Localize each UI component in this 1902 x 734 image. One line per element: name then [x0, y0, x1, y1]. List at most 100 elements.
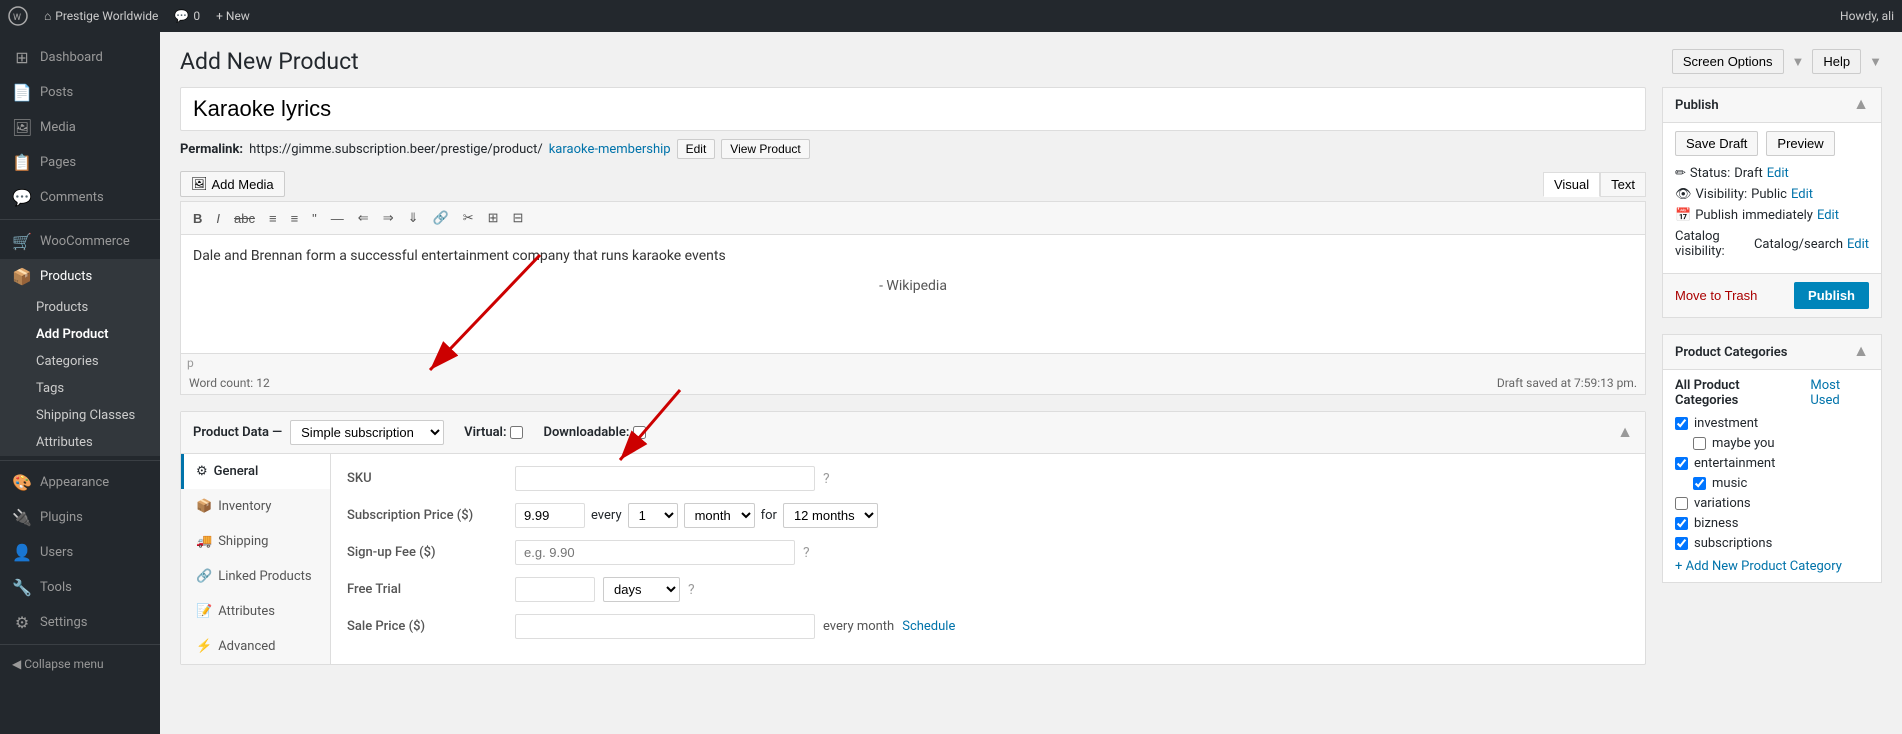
- signup-fee-input[interactable]: [515, 540, 795, 565]
- sidebar-item-comments[interactable]: 💬 Comments: [0, 180, 160, 215]
- visibility-edit-link[interactable]: Edit: [1791, 187, 1813, 202]
- help-button[interactable]: Help: [1812, 49, 1861, 74]
- cat-checkbox-bizness[interactable]: [1675, 517, 1688, 530]
- move-trash-button[interactable]: Move to Trash: [1675, 288, 1757, 303]
- collapse-menu[interactable]: ◀ Collapse menu: [0, 649, 160, 679]
- publish-button[interactable]: Publish: [1794, 282, 1869, 309]
- cat-checkbox-variations[interactable]: [1675, 497, 1688, 510]
- cat-checkbox-entertainment[interactable]: [1675, 457, 1688, 470]
- length-select[interactable]: 12 months 1 month 6 months: [783, 503, 878, 528]
- sidebar-sub-tags[interactable]: Tags: [0, 375, 160, 402]
- free-trial-help-icon[interactable]: ?: [688, 582, 695, 598]
- product-tab-attributes[interactable]: 📝 Attributes: [181, 594, 330, 629]
- comments-bar[interactable]: 💬 0: [174, 9, 200, 23]
- sku-input[interactable]: [515, 466, 815, 491]
- schedule-link[interactable]: Schedule: [902, 619, 955, 634]
- preview-button[interactable]: Preview: [1766, 131, 1834, 156]
- product-tab-linked-products[interactable]: 🔗 Linked Products: [181, 559, 330, 594]
- period-select[interactable]: day week month year: [684, 503, 755, 528]
- tab-all-categories[interactable]: All Product Categories: [1675, 378, 1798, 408]
- downloadable-checkbox[interactable]: [633, 426, 646, 439]
- sidebar-sub-add-product[interactable]: Add Product: [0, 321, 160, 348]
- ordered-list-button[interactable]: ≡: [285, 207, 305, 230]
- permalink-edit-button[interactable]: Edit: [677, 139, 716, 159]
- sidebar: ⊞ Dashboard 📄 Posts 🖼 Media 📋 Pages 💬 Co…: [0, 32, 160, 734]
- sidebar-sub-shipping-classes[interactable]: Shipping Classes: [0, 402, 160, 429]
- cat-checkbox-subscriptions[interactable]: [1675, 537, 1688, 550]
- catalog-edit-link[interactable]: Edit: [1847, 237, 1869, 252]
- publish-collapse-button[interactable]: ▲: [1853, 96, 1869, 114]
- sidebar-label-comments: Comments: [40, 190, 104, 205]
- price-input[interactable]: [515, 503, 585, 528]
- sidebar-item-pages[interactable]: 📋 Pages: [0, 145, 160, 180]
- sale-price-input[interactable]: [515, 614, 815, 639]
- sidebar-item-posts[interactable]: 📄 Posts: [0, 75, 160, 110]
- publish-time-edit-link[interactable]: Edit: [1817, 208, 1839, 223]
- save-draft-button[interactable]: Save Draft: [1675, 131, 1758, 156]
- site-name-bar[interactable]: ⌂ Prestige Worldwide: [44, 9, 158, 23]
- table-button[interactable]: ⊞: [482, 206, 505, 230]
- cat-checkbox-maybe-you[interactable]: [1693, 437, 1706, 450]
- free-trial-input[interactable]: [515, 577, 595, 602]
- sidebar-item-settings[interactable]: ⚙ Settings: [0, 605, 160, 640]
- blockquote-button[interactable]: ": [306, 207, 323, 230]
- sidebar-item-appearance[interactable]: 🎨 Appearance: [0, 465, 160, 500]
- comments-count: 0: [193, 9, 200, 23]
- sidebar-item-users[interactable]: 👤 Users: [0, 535, 160, 570]
- sidebar-item-plugins[interactable]: 🔌 Plugins: [0, 500, 160, 535]
- editor-area[interactable]: Dale and Brennan form a successful enter…: [180, 234, 1646, 354]
- sidebar-sub-all-products[interactable]: Products: [0, 294, 160, 321]
- align-right-button[interactable]: ⇓: [402, 206, 425, 230]
- product-tab-inventory[interactable]: 📦 Inventory: [181, 489, 330, 524]
- sidebar-item-tools[interactable]: 🔧 Tools: [0, 570, 160, 605]
- cat-checkbox-music[interactable]: [1693, 477, 1706, 490]
- permalink-bar: Permalink: https://gimme.subscription.be…: [180, 139, 1646, 159]
- new-content-bar[interactable]: + New: [216, 9, 250, 23]
- tab-most-used[interactable]: Most Used: [1810, 378, 1869, 408]
- bold-button[interactable]: B: [187, 207, 208, 230]
- sidebar-item-media[interactable]: 🖼 Media: [0, 110, 160, 145]
- sidebar-label-posts: Posts: [40, 85, 73, 100]
- product-data-collapse-button[interactable]: ▲: [1617, 424, 1633, 442]
- cat-checkbox-investment[interactable]: [1675, 417, 1688, 430]
- category-list: investment maybe you entertainment: [1675, 416, 1869, 551]
- unlink-button[interactable]: ✂: [457, 206, 480, 230]
- post-title-input[interactable]: [180, 87, 1646, 131]
- product-type-select[interactable]: Simple subscription Simple product Varia…: [290, 420, 444, 445]
- comments-icon: 💬: [174, 9, 189, 23]
- product-tab-general[interactable]: ⚙ General: [181, 454, 330, 489]
- add-category-link[interactable]: + Add New Product Category: [1675, 559, 1869, 574]
- signup-fee-help-icon[interactable]: ?: [803, 545, 810, 561]
- sidebar-sub-categories[interactable]: Categories: [0, 348, 160, 375]
- subscription-price-label: Subscription Price ($): [347, 508, 507, 523]
- virtual-checkbox[interactable]: [510, 426, 523, 439]
- trial-period-select[interactable]: days weeks months: [603, 577, 680, 602]
- align-left-button[interactable]: ⇐: [352, 206, 375, 230]
- tab-text[interactable]: Text: [1600, 172, 1646, 197]
- more-button[interactable]: ⊟: [507, 206, 530, 230]
- italic-button[interactable]: I: [210, 207, 226, 230]
- strikethrough-button[interactable]: abc: [228, 207, 261, 230]
- publish-footer: Move to Trash Publish: [1663, 273, 1881, 317]
- sidebar-item-products[interactable]: 📦 Products: [0, 259, 160, 294]
- align-center-button[interactable]: ⇒: [377, 206, 400, 230]
- sidebar-item-dashboard[interactable]: ⊞ Dashboard: [0, 40, 160, 75]
- sidebar-sub-attributes[interactable]: Attributes: [0, 429, 160, 456]
- wp-logo[interactable]: W: [8, 6, 28, 26]
- product-tab-advanced[interactable]: ⚡ Advanced: [181, 629, 330, 664]
- add-media-button[interactable]: 🖼 Add Media: [180, 171, 285, 197]
- view-product-button[interactable]: View Product: [721, 139, 809, 159]
- categories-collapse-button[interactable]: ▲: [1853, 343, 1869, 361]
- every-period-select[interactable]: 1 2 3: [628, 503, 678, 528]
- sku-help-icon[interactable]: ?: [823, 471, 830, 487]
- screen-options-button[interactable]: Screen Options: [1672, 49, 1784, 74]
- product-tab-shipping[interactable]: 🚚 Shipping: [181, 524, 330, 559]
- editor-footer: Word count: 12 Draft saved at 7:59:13 pm…: [180, 372, 1646, 395]
- permalink-slug[interactable]: karaoke-membership: [549, 142, 671, 157]
- tab-visual[interactable]: Visual: [1543, 172, 1600, 197]
- horizontal-rule-button[interactable]: —: [325, 207, 350, 230]
- status-edit-link[interactable]: Edit: [1767, 166, 1789, 181]
- unordered-list-button[interactable]: ≡: [263, 207, 283, 230]
- sidebar-item-woocommerce[interactable]: 🛒 WooCommerce: [0, 224, 160, 259]
- link-button[interactable]: 🔗: [427, 206, 455, 230]
